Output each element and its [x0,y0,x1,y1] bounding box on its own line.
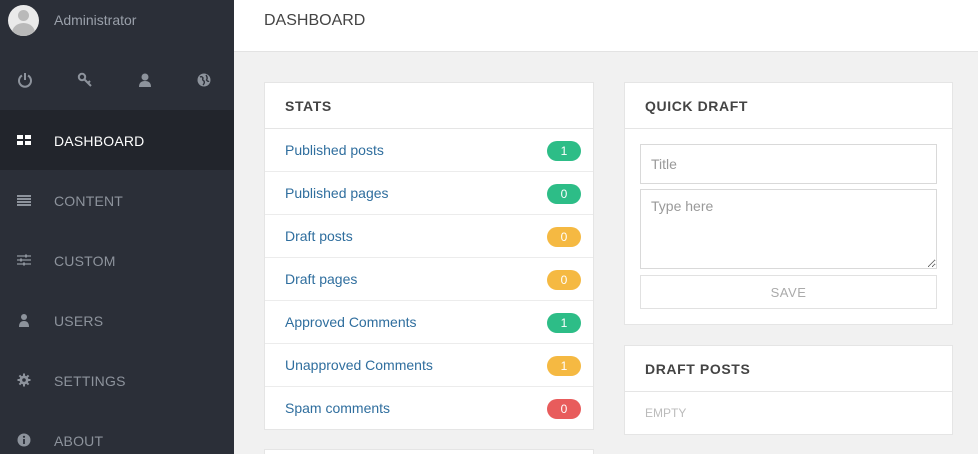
stat-row[interactable]: Draft posts 0 [265,215,593,258]
sidebar-item-label: DASHBOARD [54,133,145,149]
stat-row[interactable]: Draft pages 0 [265,258,593,301]
globe-icon[interactable] [196,72,212,88]
stat-row[interactable]: Unapproved Comments 1 [265,344,593,387]
card-header: DRAFT POSTS [625,346,952,392]
page-title: DASHBOARD [264,12,366,29]
stat-link[interactable]: Published posts [285,142,384,158]
sidebar-item-content[interactable]: CONTENT [0,170,234,230]
stat-link[interactable]: Approved Comments [285,314,417,330]
sidebar-item-label: SETTINGS [54,373,126,389]
quick-draft-card: QUICK DRAFT SAVE [624,82,953,325]
key-icon[interactable] [77,72,93,88]
sliders-icon [17,253,31,267]
user-icon[interactable] [137,72,153,88]
save-button[interactable]: SAVE [640,275,937,309]
stats-card: STATS Published posts 1 Published pages 0 Dr… [264,82,594,430]
avatar[interactable] [8,5,39,36]
stat-link[interactable]: Spam comments [285,400,390,416]
sidebar-item-custom[interactable]: CUSTOM [0,230,234,290]
sidebar-item-label: ABOUT [54,433,104,449]
draft-body-textarea[interactable] [640,189,937,269]
sidebar: Administrator DASHBOARD CONTENT CUSTOM U… [0,0,234,454]
sidebar-item-label: CONTENT [54,193,124,209]
sidebar-item-dashboard[interactable]: DASHBOARD [0,110,234,170]
stat-link[interactable]: Draft posts [285,228,353,244]
card-header: QUICK DRAFT [625,83,952,129]
stat-row[interactable]: Spam comments 0 [265,387,593,430]
dashboard-icon [17,133,31,147]
gear-icon [17,373,31,387]
power-icon[interactable] [17,72,33,88]
count-badge: 1 [547,313,581,333]
card-header: STATS [265,83,593,129]
count-badge: 1 [547,356,581,376]
username: Administrator [54,12,137,28]
sidebar-item-label: CUSTOM [54,253,116,269]
count-badge: 0 [547,270,581,290]
stat-row[interactable]: Published posts 1 [265,129,593,172]
count-badge: 0 [547,399,581,419]
count-badge: 0 [547,184,581,204]
stat-link[interactable]: Published pages [285,185,389,201]
card-title: DRAFT POSTS [645,361,751,377]
info-icon [17,433,31,447]
empty-state: EMPTY [645,406,687,420]
stat-link[interactable]: Draft pages [285,271,357,287]
count-badge: 1 [547,141,581,161]
quick-actions [0,50,234,110]
sidebar-item-label: USERS [54,313,104,329]
stat-row[interactable]: Approved Comments 1 [265,301,593,344]
card-title: STATS [285,98,332,114]
sidebar-item-about[interactable]: ABOUT [0,410,234,454]
sidebar-item-users[interactable]: USERS [0,290,234,350]
draft-title-input[interactable] [640,144,937,184]
draft-posts-card: DRAFT POSTS EMPTY [624,345,953,435]
stat-row[interactable]: Published pages 0 [265,172,593,215]
sidebar-item-settings[interactable]: SETTINGS [0,350,234,410]
sidebar-nav: DASHBOARD CONTENT CUSTOM USERS SETTINGS [0,110,234,454]
list-icon [17,193,31,207]
stats-card-next [264,449,594,454]
user-profile[interactable]: Administrator [0,0,234,50]
page-header: DASHBOARD [234,0,978,52]
stat-link[interactable]: Unapproved Comments [285,357,433,373]
stats-list: Published posts 1 Published pages 0 Draft po… [265,129,593,430]
user-icon [17,313,31,327]
card-title: QUICK DRAFT [645,98,749,114]
count-badge: 0 [547,227,581,247]
